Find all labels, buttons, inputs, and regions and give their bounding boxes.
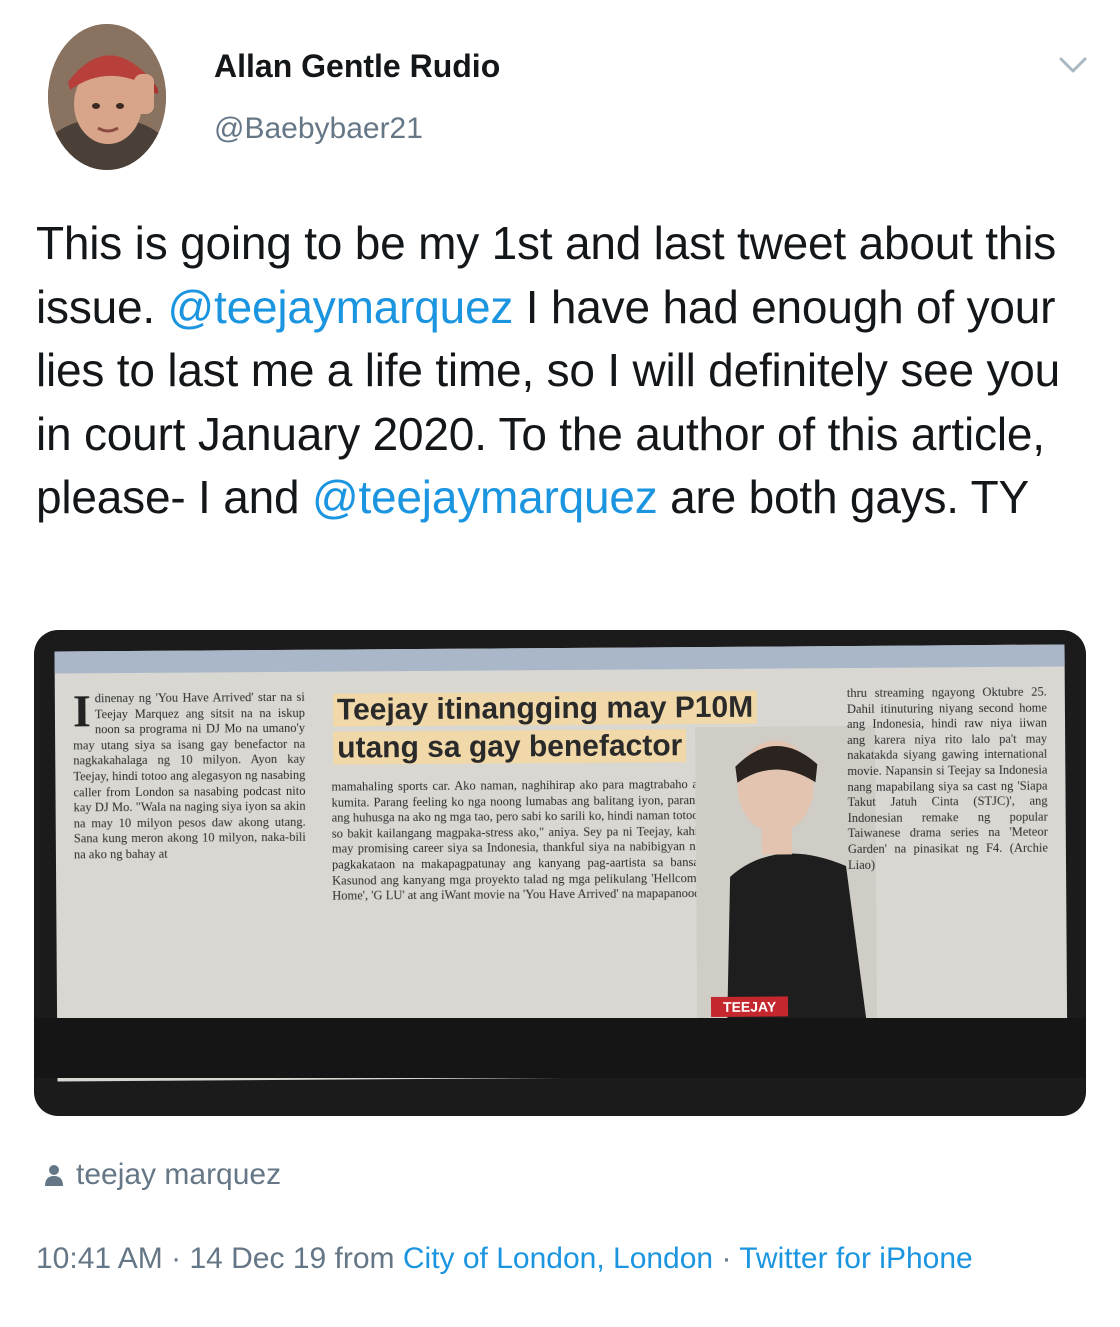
separator-dot: · <box>162 1242 190 1275</box>
location-link[interactable]: City of London, London <box>403 1242 713 1275</box>
article-column-1: Idinenay ng 'You Have Arrived' star na s… <box>73 690 307 1012</box>
article-column-2: mamahaling sports car. Ako naman, naghih… <box>331 777 703 903</box>
separator-dot: · <box>713 1242 740 1275</box>
newspaper-header-strip <box>54 644 1065 674</box>
attached-photo[interactable]: Idinenay ng 'You Have Arrived' star na s… <box>34 630 1086 1116</box>
person-icon <box>45 1165 63 1186</box>
article-column-3: thru streaming ngayong Oktubre 25. Dahil… <box>846 684 1048 872</box>
tweet-date[interactable]: 14 Dec 19 <box>189 1242 326 1275</box>
article-dropcap: I <box>72 689 92 737</box>
avatar[interactable] <box>48 24 166 170</box>
tweet-time[interactable]: 10:41 AM <box>36 1242 163 1275</box>
mention-link[interactable]: @teejaymarquez <box>168 281 514 333</box>
article-column-1-text: dinenay ng 'You Have Arrived' star na si… <box>73 689 306 862</box>
tagged-user-name: teejay marquez <box>76 1158 282 1191</box>
newspaper-clipping: Idinenay ng 'You Have Arrived' star na s… <box>54 644 1068 1082</box>
author-name[interactable]: Allan Gentle Rudio <box>214 48 500 85</box>
photo-bottom-edge <box>34 1018 1086 1078</box>
chevron-down-icon[interactable] <box>1056 50 1090 80</box>
tweet-text: This is going to be my 1st and last twee… <box>36 212 1076 530</box>
headline-line-2: utang sa gay benefactor <box>333 729 687 765</box>
article-headline: Teejay itinangging may P10M utang sa gay… <box>332 689 758 768</box>
headline-line-1: Teejay itinangging may P10M <box>332 690 758 727</box>
from-label: from <box>326 1242 403 1275</box>
tagged-users[interactable]: teejay marquez <box>44 1158 281 1192</box>
tweet-metadata: 10:41 AM · 14 Dec 19 from City of London… <box>36 1236 1036 1282</box>
client-link[interactable]: Twitter for iPhone <box>739 1242 972 1275</box>
photo-caption: TEEJAY <box>710 996 789 1017</box>
avatar-image <box>48 24 166 170</box>
author-handle[interactable]: @Baebybaer21 <box>214 112 423 146</box>
tweet-text-segment: are both gays. TY <box>657 471 1030 523</box>
mention-link[interactable]: @teejaymarquez <box>312 471 658 523</box>
